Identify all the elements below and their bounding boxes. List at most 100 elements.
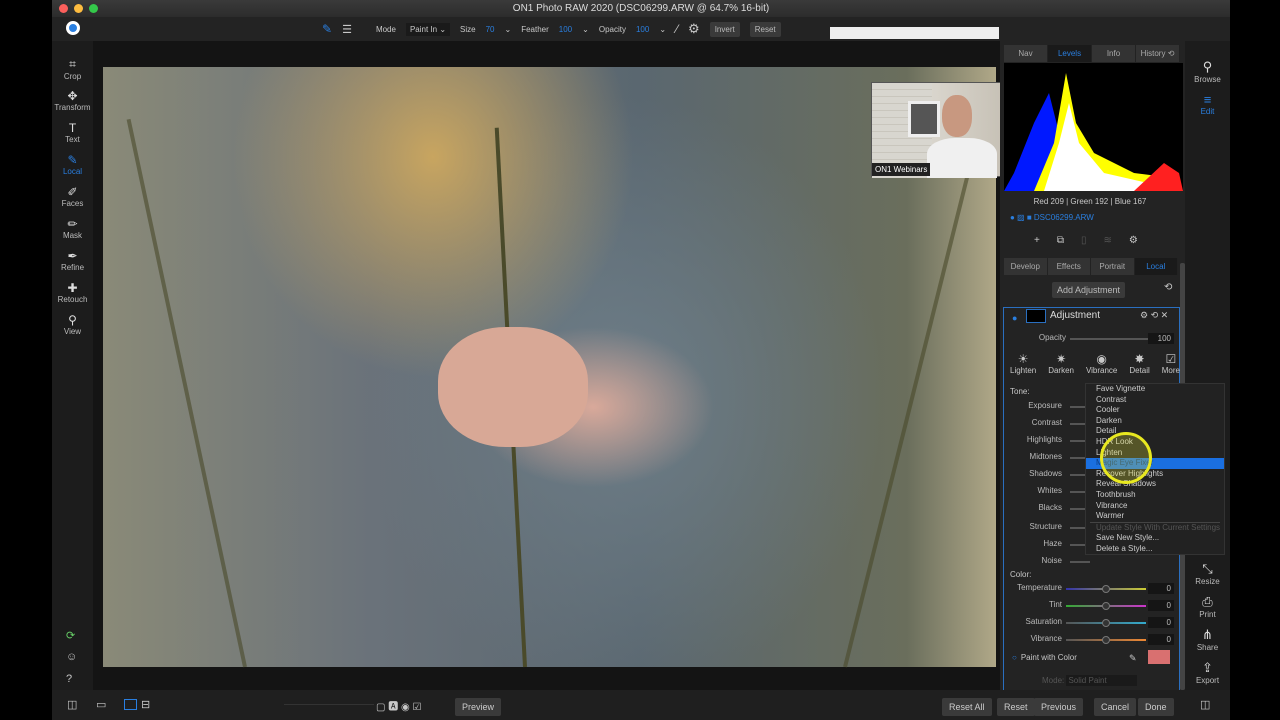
tool-refine[interactable]: ✒ Refine <box>52 245 93 277</box>
eyedropper-icon[interactable]: ✎ <box>1129 653 1137 664</box>
tab-effects[interactable]: Effects <box>1047 258 1091 275</box>
mask-view-icons[interactable]: ▢ 🅰 ◉ ☑ <box>376 698 421 713</box>
mask-thumbnail[interactable] <box>1026 309 1046 323</box>
paint-color-swatch[interactable] <box>1148 650 1170 664</box>
adjustment-controls[interactable]: ⚙ ⟲ ✕ <box>1140 310 1168 321</box>
tab-portrait[interactable]: Portrait <box>1091 258 1135 275</box>
reset-button[interactable]: Reset <box>749 21 781 37</box>
menu-item[interactable]: Warmer <box>1086 511 1224 522</box>
delete-icon[interactable]: ▯ <box>1081 235 1087 246</box>
minimize-window-button[interactable] <box>74 4 83 13</box>
opacity-slider[interactable] <box>1070 338 1150 340</box>
tool-mask[interactable]: ✏ Mask <box>52 213 93 245</box>
gear-icon[interactable]: ⚙ <box>1129 235 1138 246</box>
chevron-down-icon[interactable]: ⌄ <box>505 25 512 34</box>
menu-action[interactable]: Delete a Style... <box>1086 544 1224 555</box>
tab-local[interactable]: Local <box>1134 258 1178 275</box>
menu-action[interactable]: Update Style With Current Settings <box>1086 523 1224 534</box>
tool-text[interactable]: T Text <box>52 117 93 149</box>
brush-size-slider[interactable] <box>284 704 374 705</box>
paint-with-color-toggle[interactable]: ○ Paint with Color <box>1012 653 1077 662</box>
slider-value[interactable]: 0 <box>1148 583 1174 594</box>
opacity-value[interactable]: 100 <box>1148 333 1174 344</box>
photo[interactable] <box>103 67 996 668</box>
cancel-button[interactable]: Cancel <box>1094 698 1137 716</box>
opacity-value[interactable]: 100 <box>636 25 649 34</box>
done-button[interactable]: Done <box>1138 698 1174 716</box>
paint-mode[interactable]: Mode: Solid Paint <box>1042 675 1137 686</box>
tool-transform[interactable]: ✥ Transform <box>52 85 93 117</box>
slider-thumb[interactable] <box>1102 619 1110 627</box>
brush-icon[interactable]: ✎ <box>322 22 332 36</box>
temperature-slider[interactable] <box>1066 585 1146 593</box>
single-view-icon[interactable] <box>124 699 137 710</box>
tint-slider[interactable] <box>1066 602 1146 610</box>
radio-icon[interactable]: ○ <box>1012 653 1017 662</box>
menu-item[interactable]: Detail <box>1086 426 1224 437</box>
slider-value[interactable]: 0 <box>1148 600 1174 611</box>
visibility-toggle[interactable]: ● <box>1012 313 1017 323</box>
mode-select[interactable]: Paint In ⌄ <box>405 22 451 36</box>
slider-thumb[interactable] <box>1102 585 1110 593</box>
tab-0[interactable]: Nav <box>1004 45 1048 62</box>
perfect-brush-icon[interactable]: ☰ <box>342 23 352 36</box>
cloud-icon[interactable]: ⟳ <box>66 629 75 642</box>
vibrance-slider[interactable] <box>1066 636 1146 644</box>
add-layer-icon[interactable]: + <box>1034 235 1040 246</box>
layer-row[interactable]: ● ▨ ■ DSC06299.ARW <box>1010 213 1094 222</box>
webcam-controls[interactable] <box>830 27 999 39</box>
preset-detail[interactable]: ✸ Detail <box>1129 352 1149 375</box>
tab-1[interactable]: Levels <box>1048 45 1092 62</box>
tab-develop[interactable]: Develop <box>1004 258 1048 275</box>
slider-thumb[interactable] <box>1102 636 1110 644</box>
reset-icon[interactable]: ⟲ <box>1164 282 1172 293</box>
previous-button[interactable]: Previous <box>1034 698 1084 716</box>
zoom-window-button[interactable] <box>89 4 98 13</box>
panel-toggle-icon[interactable]: ◫ <box>67 698 77 711</box>
gear-icon[interactable]: ⚙ <box>688 21 700 37</box>
preset-vibrance[interactable]: ◉ Vibrance <box>1086 352 1117 375</box>
add-adjustment-button[interactable]: Add Adjustment <box>1052 282 1126 298</box>
merge-icon[interactable]: ≋ <box>1104 235 1112 246</box>
nav-print[interactable]: ⎙ Print <box>1185 594 1230 627</box>
tool-local[interactable]: ✎ Local <box>52 149 93 181</box>
slider-value[interactable]: 0 <box>1148 634 1174 645</box>
menu-item[interactable]: Vibrance <box>1086 501 1224 512</box>
tool-view[interactable]: ⚲ View <box>52 309 93 341</box>
menu-action[interactable]: Save New Style... <box>1086 533 1224 544</box>
display-icon[interactable]: ▭ <box>96 698 106 711</box>
invert-button[interactable]: Invert <box>709 21 740 37</box>
nav-export[interactable]: ⇪ Export <box>1185 660 1230 693</box>
tool-crop[interactable]: ⌗ Crop <box>52 53 93 85</box>
size-value[interactable]: 70 <box>486 25 495 34</box>
user-icon[interactable]: ☺ <box>66 651 77 663</box>
preset-more[interactable]: ☑ More <box>1162 352 1180 375</box>
chevron-down-icon[interactable]: ⌄ <box>659 25 666 34</box>
menu-item[interactable]: Reveal Shadows <box>1086 479 1224 490</box>
reset-all-button[interactable]: Reset All <box>942 698 992 716</box>
image-canvas[interactable]: ON1 Webinars <box>93 27 1039 690</box>
close-window-button[interactable] <box>59 4 68 13</box>
preset-lighten[interactable]: ☀ Lighten <box>1010 352 1036 375</box>
feather-value[interactable]: 100 <box>559 25 572 34</box>
panel-toggle-icon[interactable]: ◫ <box>1200 698 1210 711</box>
preset-darken[interactable]: ✷ Darken <box>1048 352 1074 375</box>
tool-retouch[interactable]: ✚ Retouch <box>52 277 93 309</box>
chevron-down-icon[interactable]: ⌄ <box>582 25 589 34</box>
menu-item[interactable]: Cooler <box>1086 405 1224 416</box>
tab-2[interactable]: Info <box>1092 45 1136 62</box>
help-icon[interactable]: ? <box>66 673 72 685</box>
magic-wand-icon[interactable]: ⁄ <box>676 22 678 36</box>
preview-button[interactable]: Preview <box>455 698 502 716</box>
nav-edit[interactable]: ≡ Edit <box>1185 92 1230 125</box>
slider-value[interactable]: 0 <box>1148 617 1174 628</box>
menu-item[interactable]: Darken <box>1086 416 1224 427</box>
menu-item[interactable]: Contrast <box>1086 395 1224 406</box>
nav-share[interactable]: ⋔ Share <box>1185 627 1230 660</box>
noise-slider[interactable] <box>1070 561 1090 563</box>
duplicate-icon[interactable]: ⧉ <box>1057 235 1064 246</box>
nav-resize[interactable]: ⤡ Resize <box>1185 561 1230 594</box>
menu-item[interactable]: Fave Vignette <box>1086 384 1224 395</box>
reset-button[interactable]: Reset <box>997 698 1035 716</box>
menu-item[interactable]: Toothbrush <box>1086 490 1224 501</box>
